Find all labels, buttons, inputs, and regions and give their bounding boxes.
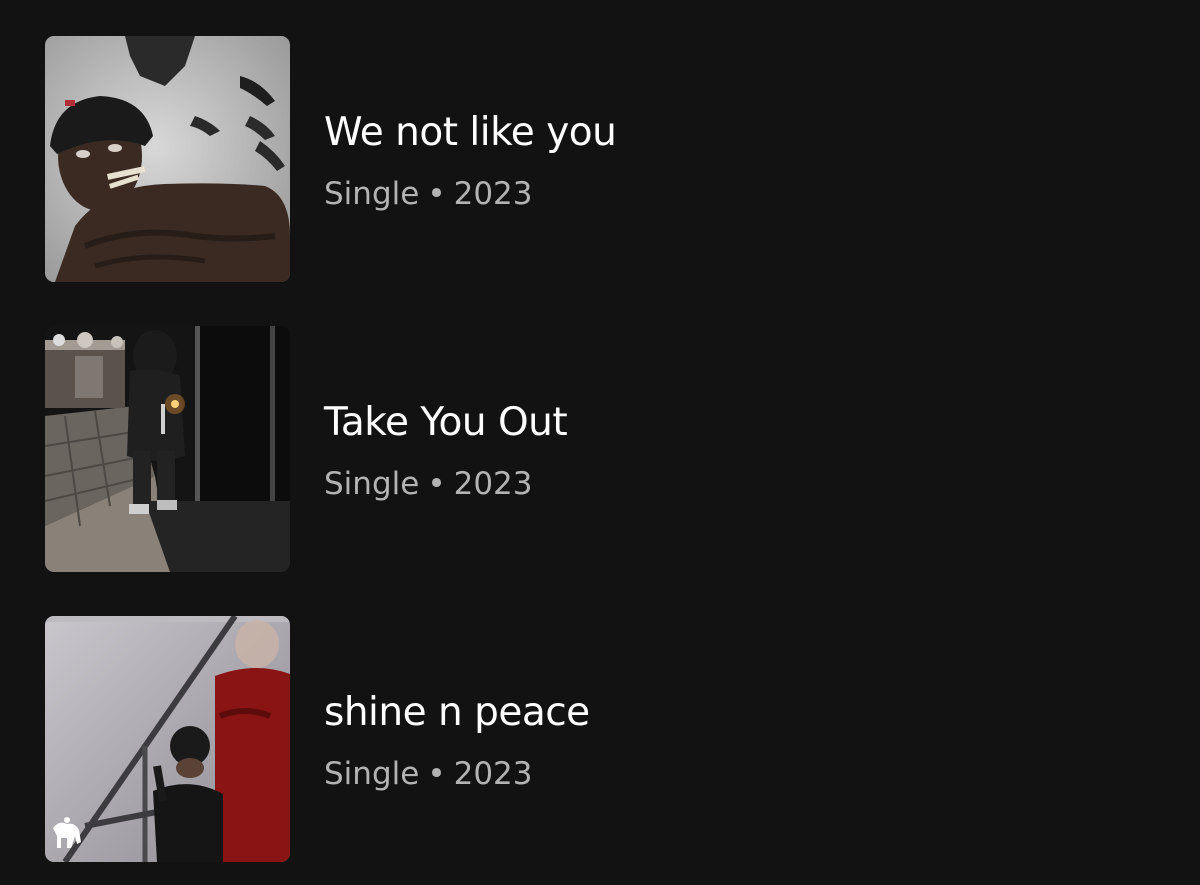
release-year: 2023: [453, 176, 533, 212]
release-title[interactable]: Take You Out: [324, 398, 568, 448]
release-type: Single: [324, 756, 420, 792]
release-row-we-not-like-you[interactable]: We not like you Single • 2023: [0, 36, 1200, 282]
cover-art-take-you-out[interactable]: [45, 326, 290, 572]
meta-separator: •: [427, 466, 446, 502]
release-year: 2023: [453, 466, 533, 502]
cover-art-image: [45, 36, 290, 282]
meta-separator: •: [427, 756, 446, 792]
meta-separator: •: [427, 176, 446, 212]
release-title[interactable]: shine n peace: [324, 688, 590, 738]
release-row-shine-n-peace[interactable]: shine n peace Single • 2023: [0, 616, 1200, 862]
cover-art-shine-n-peace[interactable]: [45, 616, 290, 862]
release-type: Single: [324, 466, 420, 502]
release-list: We not like you Single • 2023 Take You O…: [0, 0, 1200, 885]
cover-art-image: [45, 616, 290, 862]
release-meta: Single • 2023: [324, 464, 533, 504]
release-title[interactable]: We not like you: [324, 108, 617, 158]
cover-art-image: [45, 326, 290, 572]
release-row-take-you-out[interactable]: Take You Out Single • 2023: [0, 326, 1200, 572]
release-type: Single: [324, 176, 420, 212]
release-meta: Single • 2023: [324, 754, 533, 794]
release-year: 2023: [453, 756, 533, 792]
release-meta: Single • 2023: [324, 174, 533, 214]
cover-art-we-not-like-you[interactable]: [45, 36, 290, 282]
